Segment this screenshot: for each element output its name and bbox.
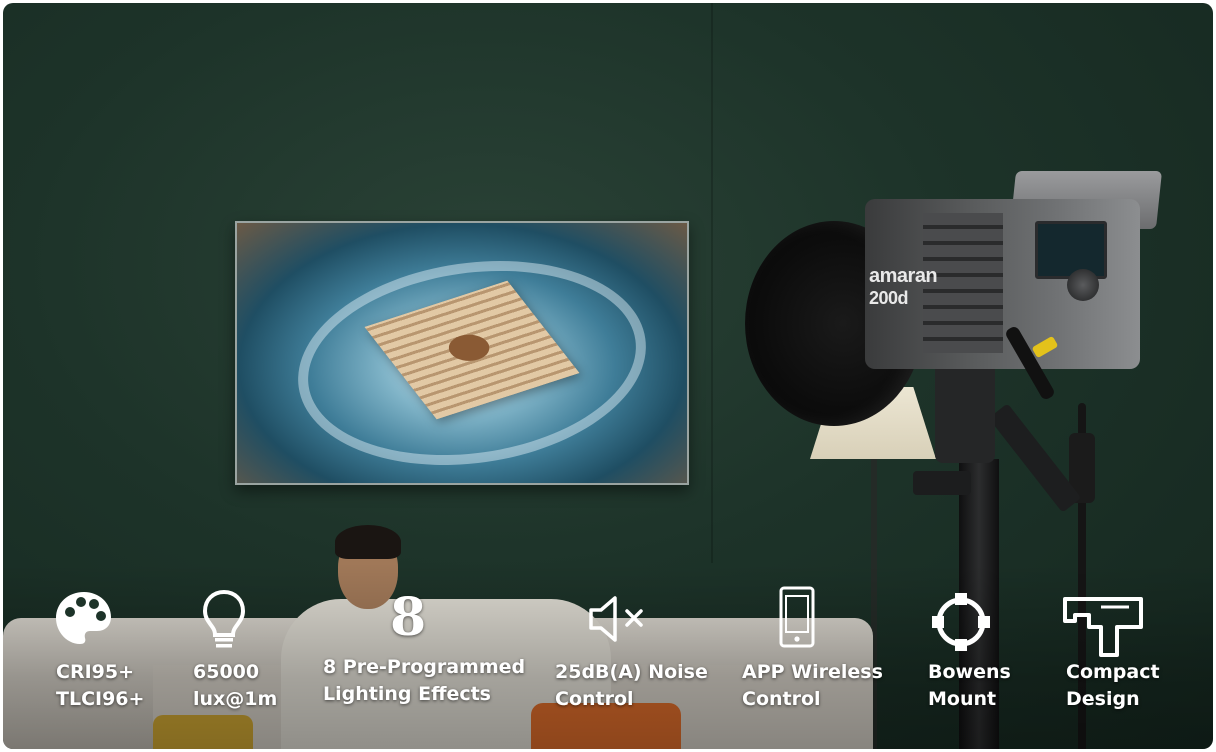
- feature-label: Bowens Mount: [928, 659, 1011, 713]
- speaker-muted-icon: [585, 592, 649, 654]
- brand-name: amaran: [869, 265, 938, 287]
- smartphone-icon: [777, 585, 817, 657]
- feature-line-1: Compact: [1066, 661, 1160, 683]
- wall-panel-seam: [711, 3, 713, 563]
- light-bulb-icon: [199, 588, 249, 658]
- control-knob: [1067, 269, 1099, 301]
- feature-label: 8 Pre-Programmed Lighting Effects: [323, 654, 525, 708]
- feature-label: Compact Design: [1066, 659, 1160, 713]
- feature-line-2: Lighting Effects: [323, 683, 491, 705]
- feature-line-2: Design: [1066, 688, 1140, 710]
- feature-line-1: 8 Pre-Programmed: [323, 656, 526, 678]
- wall-painting: [235, 221, 689, 487]
- feature-line-1: CRI95+: [56, 661, 135, 683]
- feature-line-1: APP Wireless: [742, 661, 883, 683]
- model-name: 200d: [869, 288, 909, 308]
- feature-line-2: Mount: [928, 688, 997, 710]
- light-yoke: [935, 353, 995, 463]
- product-logo: amaran 200d: [869, 265, 938, 309]
- product-banner: amaran 200d CRI95+ TLCI96+ 65000 lux@1m …: [3, 3, 1213, 749]
- feature-line-2: Control: [555, 688, 634, 710]
- compact-light-icon: [1061, 593, 1147, 667]
- number-eight-icon: 8: [390, 587, 427, 648]
- stand-arm: [988, 403, 1082, 513]
- person-hair: [335, 525, 401, 559]
- feature-label: APP Wireless Control: [742, 659, 883, 713]
- feature-bar-shade: [3, 563, 1213, 749]
- stand-clamp: [913, 471, 971, 495]
- feature-label: 65000 lux@1m: [193, 659, 277, 713]
- palette-icon: [53, 588, 115, 658]
- feature-line-2: Control: [742, 688, 821, 710]
- feature-line-2: TLCI96+: [56, 688, 145, 710]
- feature-label: CRI95+ TLCI96+: [56, 659, 144, 713]
- light-display: [1035, 221, 1107, 279]
- feature-label: 25dB(A) Noise Control: [555, 659, 708, 713]
- feature-line-1: Bowens: [928, 661, 1011, 683]
- feature-line-1: 65000: [193, 661, 260, 683]
- bowens-mount-icon: [929, 590, 993, 662]
- feature-line-1: 25dB(A) Noise: [555, 661, 708, 683]
- feature-line-2: lux@1m: [193, 688, 278, 710]
